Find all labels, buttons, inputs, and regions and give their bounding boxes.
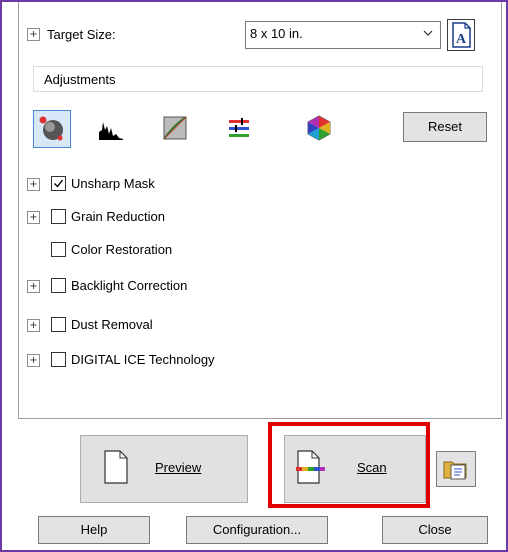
backlight-correction-expand[interactable]: + (27, 280, 40, 293)
document-orientation-button[interactable]: A (447, 19, 475, 51)
unsharp-mask-expand[interactable]: + (27, 178, 40, 191)
image-adjustment-icon (229, 118, 249, 137)
document-icon (104, 450, 128, 484)
reset-button[interactable]: Reset (403, 112, 487, 142)
image-adjustment-button[interactable] (221, 110, 257, 146)
grain-reduction-checkbox[interactable] (51, 209, 66, 224)
dust-removal-expand[interactable]: + (27, 319, 40, 332)
digital-ice-checkbox[interactable] (51, 352, 66, 367)
color-restoration-label: Color Restoration (71, 242, 173, 257)
backlight-correction-label: Backlight Correction (71, 278, 188, 293)
document-icon: A (452, 22, 471, 48)
checkmark-icon (54, 179, 64, 188)
configuration-button[interactable]: Configuration... (186, 516, 328, 544)
settings-panel: + Target Size: 8 x 10 in. A Adjustments (18, 2, 502, 419)
digital-ice-expand[interactable]: + (27, 354, 40, 367)
scan-highlight (268, 422, 430, 508)
target-size-value: 8 x 10 in. (250, 26, 303, 41)
preview-button[interactable]: Preview (80, 435, 248, 503)
digital-ice-label: DIGITAL ICE Technology (71, 352, 215, 367)
adjustments-header: Adjustments (33, 66, 483, 92)
dust-removal-label: Dust Removal (71, 317, 153, 332)
chevron-down-icon (423, 30, 433, 36)
histogram-button[interactable] (93, 110, 129, 146)
auto-exposure-button[interactable] (33, 110, 71, 148)
color-restoration-checkbox[interactable] (51, 242, 66, 257)
unsharp-mask-label: Unsharp Mask (71, 176, 155, 191)
adjustments-title: Adjustments (44, 72, 116, 87)
tone-curve-button[interactable] (157, 110, 193, 146)
open-folder-button[interactable] (436, 451, 476, 487)
target-size-label: Target Size: (47, 27, 116, 42)
color-palette-button[interactable] (301, 110, 337, 146)
scan-settings-window: + Target Size: 8 x 10 in. A Adjustments (0, 0, 508, 552)
grain-reduction-label: Grain Reduction (71, 209, 165, 224)
target-size-expand[interactable]: + (27, 28, 40, 41)
preview-label: Preview (155, 460, 202, 475)
histogram-icon (99, 122, 123, 140)
color-palette-icon (307, 115, 331, 141)
close-button[interactable]: Close (382, 516, 488, 544)
backlight-correction-checkbox[interactable] (51, 278, 66, 293)
folder-icon (443, 461, 467, 480)
auto-exposure-icon (39, 116, 63, 141)
dust-removal-checkbox[interactable] (51, 317, 66, 332)
help-button[interactable]: Help (38, 516, 150, 544)
svg-text:A: A (456, 32, 467, 47)
target-size-select[interactable]: 8 x 10 in. (245, 21, 441, 49)
grain-reduction-expand[interactable]: + (27, 211, 40, 224)
unsharp-mask-checkbox[interactable] (51, 176, 66, 191)
tone-curve-icon (163, 116, 187, 140)
